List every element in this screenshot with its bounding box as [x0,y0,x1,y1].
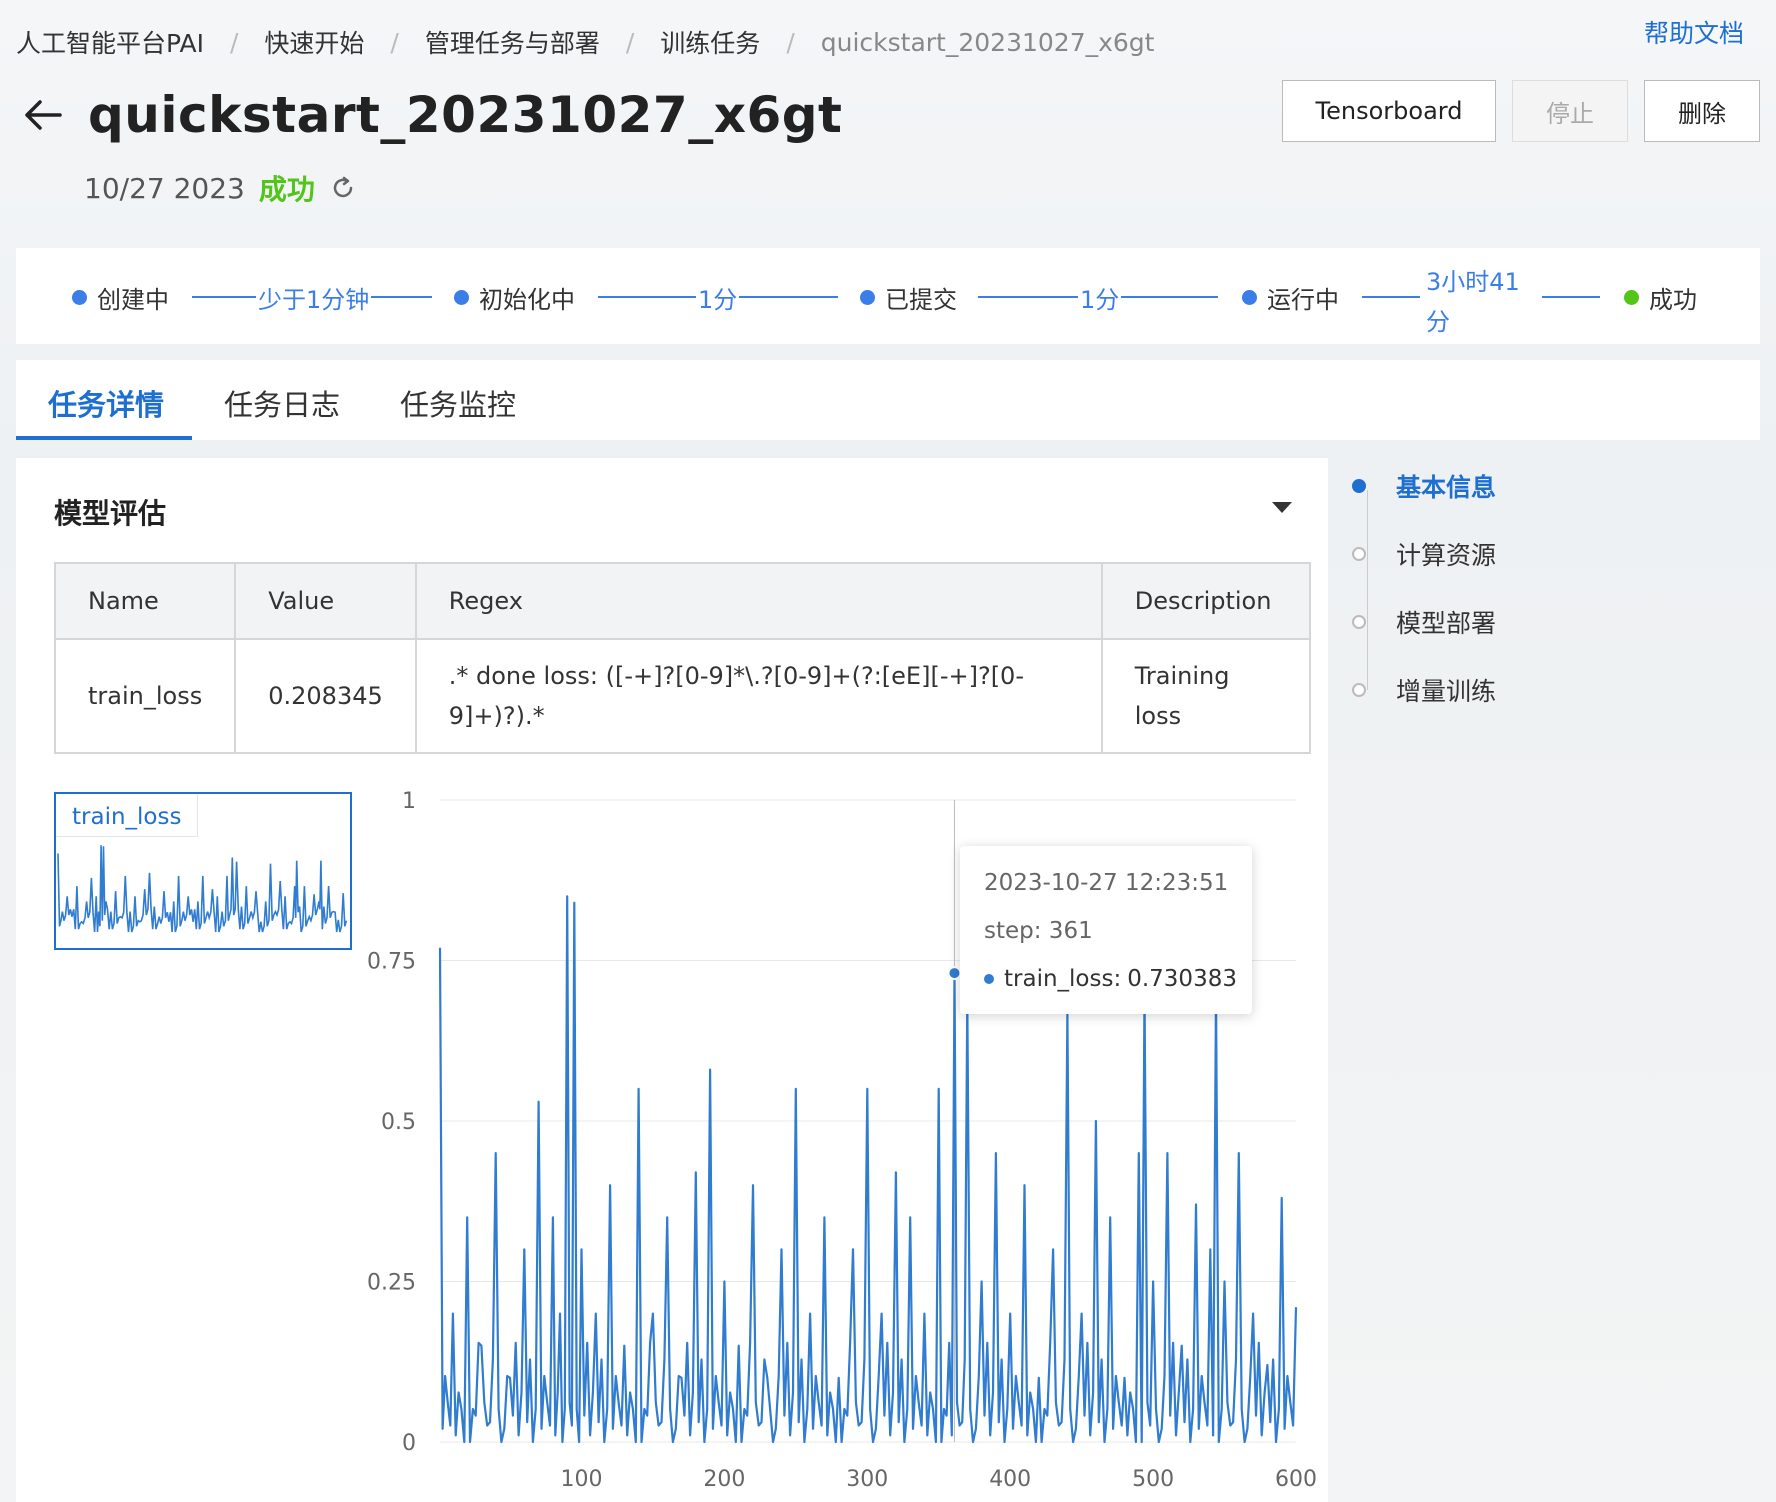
breadcrumb-separator: / [229,27,239,57]
stage-dot [860,290,875,305]
status-badge: 成功 [258,173,315,206]
anchor-dot [1352,547,1366,561]
x-tick-label: 500 [1132,1467,1174,1492]
x-tick-label: 400 [989,1467,1031,1492]
anchor-dot [1352,615,1366,629]
anchor-item-incremental-training[interactable]: 增量训练 [1352,672,1496,708]
y-tick-label: 1 [402,789,416,814]
stage-connector [1362,296,1420,298]
stage-initializing: 初始化中 [454,280,575,315]
duration-label: 少于1分钟 [256,280,372,315]
thumbnail-label: train_loss [56,794,199,837]
cell-description: Training loss [1100,638,1311,754]
cell-value: 0.208345 [234,638,417,754]
stage-dot [1242,290,1257,305]
delete-button[interactable]: 删除 [1644,80,1760,142]
tooltip-time: 2023-10-27 12:23:51 [984,870,1229,896]
metrics-table: Name Value Regex Description train_loss … [53,562,1311,754]
chart-tooltip: 2023-10-27 12:23:51 step: 361 train_loss… [960,846,1252,1014]
model-evaluation-card: 模型评估 Name Value Regex Description train_… [16,458,1328,1502]
highlight-point [947,966,962,981]
cell-regex: .* done loss: ([-+]?[0-9]*\.?[0-9]+(?:[e… [414,638,1103,754]
breadcrumb-item-training-jobs[interactable]: 训练任务 [660,24,760,60]
tooltip-step: step: 361 [984,918,1093,944]
y-tick-label: 0 [402,1431,416,1456]
tooltip-series-name: train_loss: [1004,966,1122,992]
job-meta: 10/27 2023 成功 [84,168,357,208]
column-header-regex: Regex [414,562,1103,640]
duration-label: 1分 [1078,280,1122,315]
tooltip-value-row: train_loss: 0.730383 [984,966,1237,992]
y-tick-label: 0.25 [367,1271,416,1296]
duration-label: 3小时41 分 [1424,262,1528,342]
back-arrow-icon[interactable] [20,92,66,138]
x-tick-label: 300 [846,1467,888,1492]
stage-connector [1542,296,1600,298]
page-title: quickstart_20231027_x6gt [88,86,843,144]
cell-name: train_loss [53,638,237,754]
breadcrumb-item-pai[interactable]: 人工智能平台PAI [16,24,204,60]
anchor-item-compute-resources[interactable]: 计算资源 [1352,536,1496,572]
metric-thumbnail[interactable]: train_loss [54,792,352,950]
column-header-description: Description [1100,562,1311,640]
column-header-name: Name [53,562,237,640]
y-tick-label: 0.5 [381,1110,416,1135]
section-title: 模型评估 [54,497,167,530]
tab-job-monitoring[interactable]: 任务监控 [400,382,516,424]
tab-bar: 任务详情 任务日志 任务监控 [16,360,1760,440]
stage-dot [1624,290,1639,305]
tab-job-logs[interactable]: 任务日志 [224,382,340,424]
x-tick-label: 200 [703,1467,745,1492]
stage-success: 成功 [1624,280,1697,315]
table-header-row: Name Value Regex Description [53,562,1311,640]
stage-creating: 创建中 [72,280,169,315]
series-dot-icon [984,974,994,984]
stage-submitted: 已提交 [860,280,957,315]
help-docs-link[interactable]: 帮助文档 [1644,14,1744,50]
breadcrumb-item-manage[interactable]: 管理任务与部署 [425,24,600,60]
duration-label: 1分 [696,280,740,315]
job-date: 10/27 2023 [84,171,245,205]
active-tab-indicator [16,436,192,440]
breadcrumb-separator: / [786,27,795,57]
regex-line: .* done loss: ([-+]?[0-9]*\.?[0-9]+(?:[e… [448,662,1024,690]
collapse-caret-icon[interactable] [1272,502,1292,513]
breadcrumb-item-current: quickstart_20231027_x6gt [820,27,1155,57]
job-progress: 创建中 少于1分钟 初始化中 1分 已提交 1分 运行中 3小时41 分 成功 [16,248,1760,344]
anchor-item-model-deployment[interactable]: 模型部署 [1352,604,1496,640]
x-tick-label: 100 [560,1467,602,1492]
anchor-rail [1367,490,1368,690]
refresh-icon[interactable] [329,174,357,202]
x-tick-label: 600 [1275,1467,1317,1492]
regex-line: 9]+)?).* [448,702,545,730]
description-line: loss [1134,702,1182,730]
stage-running: 运行中 [1242,280,1339,315]
stage-dot [454,290,469,305]
breadcrumb-separator: / [625,27,635,57]
breadcrumb-item-quickstart[interactable]: 快速开始 [264,24,364,60]
description-line: Training [1134,662,1230,690]
tab-job-details[interactable]: 任务详情 [48,382,164,424]
anchor-item-basic-info[interactable]: 基本信息 [1352,468,1496,504]
breadcrumb-separator: / [390,27,399,57]
thumbnail-series-line [57,845,348,933]
tooltip-value: 0.730383 [1127,966,1237,992]
column-header-value: Value [234,562,417,640]
y-tick-label: 0.75 [367,950,416,975]
anchor-dot [1352,683,1366,697]
stage-dot [72,290,87,305]
stop-button[interactable]: 停止 [1512,80,1628,142]
breadcrumb: 人工智能平台PAI / 快速开始 / 管理任务与部署 / 训练任务 / quic… [16,24,1154,60]
tensorboard-button[interactable]: Tensorboard [1282,80,1496,142]
anchor-dot [1352,479,1366,493]
table-row: train_loss 0.208345 .* done loss: ([-+]?… [53,638,1311,754]
